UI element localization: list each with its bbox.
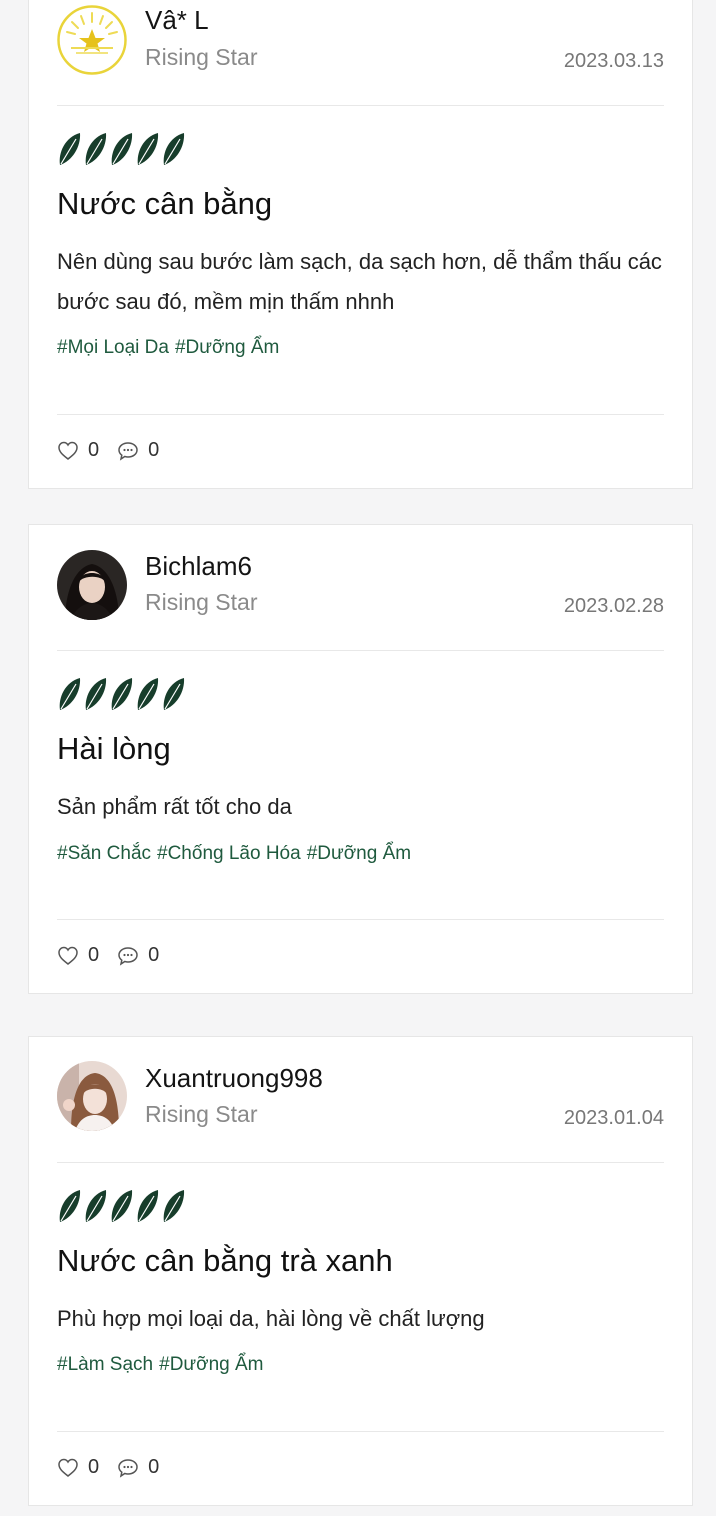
comment-count: 0 xyxy=(148,944,160,966)
comment-button[interactable]: 0 xyxy=(117,439,159,462)
leaf-icon xyxy=(85,133,107,165)
divider xyxy=(57,1431,664,1432)
tag[interactable]: #Làm Sạch xyxy=(57,1354,153,1376)
review-actions: 0 0 xyxy=(57,944,177,967)
username[interactable]: Vâ* L xyxy=(145,5,209,36)
tag[interactable]: #Mọi Loại Da xyxy=(57,337,169,359)
tag[interactable]: #Dưỡng Ẩm xyxy=(159,1354,263,1376)
divider xyxy=(57,414,664,415)
divider xyxy=(57,919,664,920)
leaf-icon xyxy=(137,1190,159,1222)
avatar[interactable] xyxy=(57,550,127,620)
comment-button[interactable]: 0 xyxy=(117,1456,159,1479)
review-actions: 0 0 xyxy=(57,1456,177,1479)
tag-list: #Mọi Loại Da #Dưỡng Ẩm xyxy=(57,337,279,359)
divider xyxy=(57,105,664,106)
like-count: 0 xyxy=(88,1456,100,1478)
divider xyxy=(57,650,664,651)
like-count: 0 xyxy=(88,944,100,966)
review-date: 2023.01.04 xyxy=(563,1107,664,1129)
user-rank: Rising Star xyxy=(145,1101,258,1127)
review-title: Hài lòng xyxy=(57,731,171,766)
review-actions: 0 0 xyxy=(57,439,177,462)
tag[interactable]: #Chống Lão Hóa xyxy=(157,843,301,865)
review-card: Xuantruong998 Rising Star 2023.01.04 Nướ… xyxy=(28,1036,693,1506)
leaf-rating xyxy=(57,1188,186,1224)
username[interactable]: Bichlam6 xyxy=(145,551,252,582)
leaf-icon xyxy=(59,1190,81,1222)
leaf-icon xyxy=(111,1190,133,1222)
review-body: Phù hợp mọi loại da, hài lòng về chất lư… xyxy=(57,1306,485,1331)
like-button[interactable]: 0 xyxy=(57,944,99,967)
user-rank: Rising Star xyxy=(145,589,258,615)
review-date: 2023.03.13 xyxy=(563,50,664,72)
heart-icon xyxy=(58,946,78,965)
review-body: Sản phẩm rất tốt cho da xyxy=(57,794,292,819)
leaf-icon xyxy=(59,133,81,165)
comment-button[interactable]: 0 xyxy=(117,944,159,967)
leaf-icon xyxy=(137,133,159,165)
username[interactable]: Xuantruong998 xyxy=(145,1063,323,1094)
leaf-icon xyxy=(111,133,133,165)
tag[interactable]: #Dưỡng Ẩm xyxy=(175,337,279,359)
comment-count: 0 xyxy=(148,1456,160,1478)
leaf-icon xyxy=(111,678,133,710)
leaf-icon xyxy=(85,1190,107,1222)
leaf-icon xyxy=(163,1190,185,1222)
tag-list: #Làm Sạch #Dưỡng Ẩm xyxy=(57,1354,264,1376)
heart-icon xyxy=(58,1458,78,1477)
leaf-icon xyxy=(59,678,81,710)
tag[interactable]: #Săn Chắc xyxy=(57,843,151,865)
like-count: 0 xyxy=(88,439,100,461)
user-rank: Rising Star xyxy=(145,44,258,70)
like-button[interactable]: 0 xyxy=(57,1456,99,1479)
heart-icon xyxy=(58,441,78,460)
user-photo-icon xyxy=(57,1061,127,1131)
sun-logo-icon xyxy=(57,5,127,75)
comment-icon xyxy=(118,946,138,966)
comment-icon xyxy=(118,1458,138,1478)
review-card: Bichlam6 Rising Star 2023.02.28 Hài lòng… xyxy=(28,524,693,994)
tag[interactable]: #Dưỡng Ẩm xyxy=(307,843,411,865)
comment-count: 0 xyxy=(148,439,160,461)
avatar[interactable] xyxy=(57,5,127,75)
tag-list: #Săn Chắc #Chống Lão Hóa #Dưỡng Ẩm xyxy=(57,843,411,865)
like-button[interactable]: 0 xyxy=(57,439,99,462)
review-card: Vâ* L Rising Star 2023.03.13 Nước cân bằ… xyxy=(28,0,693,489)
review-date: 2023.02.28 xyxy=(563,595,664,617)
leaf-icon xyxy=(163,133,185,165)
review-title: Nước cân bằng trà xanh xyxy=(57,1243,393,1278)
leaf-rating xyxy=(57,676,186,712)
comment-icon xyxy=(118,441,138,461)
leaf-icon xyxy=(137,678,159,710)
leaf-icon xyxy=(163,678,185,710)
user-photo-icon xyxy=(57,550,127,620)
review-title: Nước cân bằng xyxy=(57,186,273,221)
review-body: Nên dùng sau bước làm sạch, da sạch hơn,… xyxy=(57,249,662,314)
leaf-rating xyxy=(57,131,186,167)
divider xyxy=(57,1162,664,1163)
leaf-icon xyxy=(85,678,107,710)
avatar[interactable] xyxy=(57,1061,127,1131)
